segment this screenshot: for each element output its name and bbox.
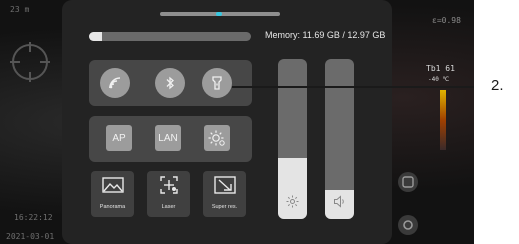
brightness-slider[interactable]	[278, 59, 307, 219]
gallery-icon	[402, 176, 414, 188]
super-resolution-icon	[214, 176, 236, 194]
panorama-label: Panorama	[99, 204, 126, 210]
memory-usage-label: Memory: 11.69 GB / 12.97 GB	[265, 30, 386, 40]
bluetooth-icon	[166, 76, 174, 90]
callout-label: 2.	[491, 77, 504, 94]
ap-label: AP	[112, 132, 126, 144]
flashlight-button[interactable]	[202, 68, 232, 98]
callout-line	[232, 86, 474, 88]
flashlight-icon	[212, 76, 222, 90]
laser-button[interactable]: Laser	[147, 171, 190, 217]
background-top-left-text: 23 m	[10, 5, 30, 14]
background-date-text: 2021-03-01	[6, 232, 55, 241]
panorama-icon	[102, 177, 124, 193]
gear-icon	[403, 220, 413, 230]
background-emissivity-text: ε=0.98	[432, 16, 461, 25]
settings-button[interactable]	[398, 215, 418, 235]
wifi-button[interactable]	[100, 68, 130, 98]
panel-handle-indicator	[216, 12, 222, 16]
ap-button[interactable]: AP	[106, 125, 132, 151]
brightness-slider-fill	[278, 158, 307, 219]
speaker-icon	[334, 195, 344, 208]
crosshair-icon	[10, 42, 50, 82]
memory-usage-bar	[89, 32, 251, 41]
lan-button[interactable]: LAN	[155, 125, 181, 151]
background-time-text: 16:22:12	[14, 213, 53, 222]
color-scale-bar	[440, 90, 446, 150]
network-group: AP LAN	[89, 116, 252, 162]
panorama-button[interactable]: Panorama	[91, 171, 134, 217]
brightness-icon	[286, 195, 299, 208]
laser-icon	[160, 176, 178, 194]
display-settings-button[interactable]	[204, 125, 230, 151]
laser-label: Laser	[161, 204, 176, 210]
volume-slider[interactable]	[325, 59, 354, 219]
device-screen: 23 m ε=0.98 Tb1 61 -40 ℃ 16:22:12 2021-0…	[0, 0, 474, 244]
super-resolution-label: Super res.	[211, 204, 238, 210]
lan-label: LAN	[158, 132, 178, 144]
wifi-icon	[109, 77, 121, 89]
background-temperature-text: Tb1 61	[426, 64, 455, 73]
panel-drag-handle[interactable]	[160, 12, 280, 16]
brightness-settings-icon	[208, 130, 225, 146]
background-temperature-sub: -40 ℃	[428, 76, 450, 83]
connectivity-group	[89, 60, 252, 106]
gallery-button[interactable]	[398, 172, 418, 192]
bluetooth-button[interactable]	[155, 68, 185, 98]
super-resolution-button[interactable]: Super res.	[203, 171, 246, 217]
memory-usage-fill	[89, 32, 102, 41]
